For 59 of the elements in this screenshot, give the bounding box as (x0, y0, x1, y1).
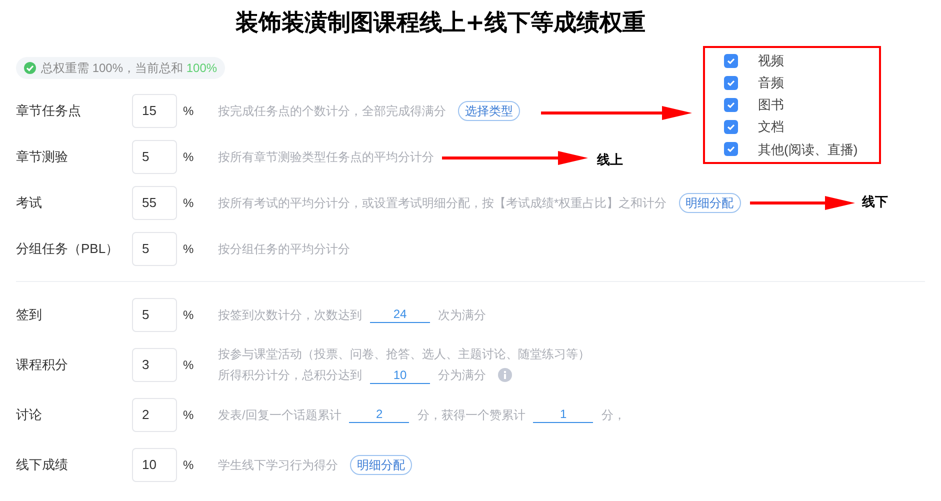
pill-button[interactable]: 明细分配 (678, 192, 741, 212)
item-label: 考试 (16, 194, 43, 212)
page-title: 装饰装潢制图课程线上+线下等成绩权重 (235, 9, 646, 38)
checkbox[interactable] (724, 120, 738, 134)
pill-button[interactable]: 明细分配 (350, 454, 412, 474)
weight-input[interactable]: 2 (132, 398, 177, 432)
checkbox[interactable] (724, 76, 738, 90)
weight-input[interactable]: 55 (132, 186, 177, 220)
description-text: 发表/回复一个话题累计 (218, 406, 342, 424)
description-text: 按参与课堂活动（投票、问卷、抢答、选人、主题讨论、随堂练习等） (218, 346, 590, 363)
weight-input[interactable]: 5 (132, 140, 177, 174)
pill-button[interactable]: 选择类型 (458, 100, 520, 120)
annotation-label: 线上 (597, 151, 623, 169)
description-text: 分为满分 (438, 367, 486, 384)
description-text: 分， (601, 406, 626, 424)
checkbox[interactable] (724, 142, 738, 156)
weight-input[interactable]: 5 (132, 298, 177, 332)
weight-input[interactable]: 3 (132, 348, 177, 382)
description-text: 按所有章节测验类型任务点的平均分计分 (218, 148, 434, 166)
item-label: 签到 (16, 306, 43, 324)
percent-sign: % (182, 406, 195, 424)
description-text: 按签到次数计分，次数达到 (218, 306, 362, 324)
item-label: 章节任务点 (16, 102, 82, 120)
description-text: 按分组任务的平均分计分 (218, 240, 350, 258)
weight-input[interactable]: 15 (132, 94, 177, 128)
description-text: 次为满分 (438, 306, 486, 324)
check-icon (726, 144, 736, 154)
percent-sign: % (182, 240, 195, 258)
weight-input[interactable]: 10 (132, 448, 177, 482)
checkbox[interactable] (724, 98, 738, 112)
description-text: 按完成任务点的个数计分，全部完成得满分 (218, 102, 446, 120)
description-text: 学生线下学习行为得分 (218, 456, 338, 474)
item-label: 分组任务（PBL） (16, 240, 120, 258)
item-label: 线下成绩 (16, 456, 69, 474)
percent-sign: % (182, 456, 195, 474)
checkbox[interactable] (724, 54, 738, 68)
description-text: 分，获得一个赞累计 (417, 406, 526, 424)
status-badge: 总权重需 100%，当前总和 100% (16, 56, 226, 78)
description-text: 按所有考试的平均分计分，或设置考试明细分配，按【考试成绩*权重占比】之和计分 (218, 194, 667, 212)
percent-sign: % (182, 194, 195, 212)
annotation-label: 线下 (862, 193, 888, 211)
type-option[interactable]: 音频 (705, 73, 879, 93)
weight-input[interactable]: 5 (132, 232, 177, 266)
item-label: 章节测验 (16, 148, 69, 166)
check-icon (726, 100, 736, 110)
check-icon (726, 56, 736, 66)
percent-sign: % (182, 148, 195, 166)
percent-sign: % (182, 102, 195, 120)
type-option[interactable]: 其他(阅读、直播) (705, 140, 879, 159)
description-text: 所得积分计分，总积分达到 (218, 367, 362, 384)
percent-sign: % (182, 306, 195, 324)
check-icon (726, 78, 736, 88)
item-label: 讨论 (16, 406, 43, 424)
type-option[interactable]: 视频 (705, 51, 879, 70)
item-label: 课程积分 (16, 356, 69, 374)
type-option[interactable]: 图书 (705, 95, 879, 115)
percent-sign: % (182, 356, 195, 374)
check-icon (726, 122, 736, 132)
type-option[interactable]: 文档 (705, 117, 879, 137)
